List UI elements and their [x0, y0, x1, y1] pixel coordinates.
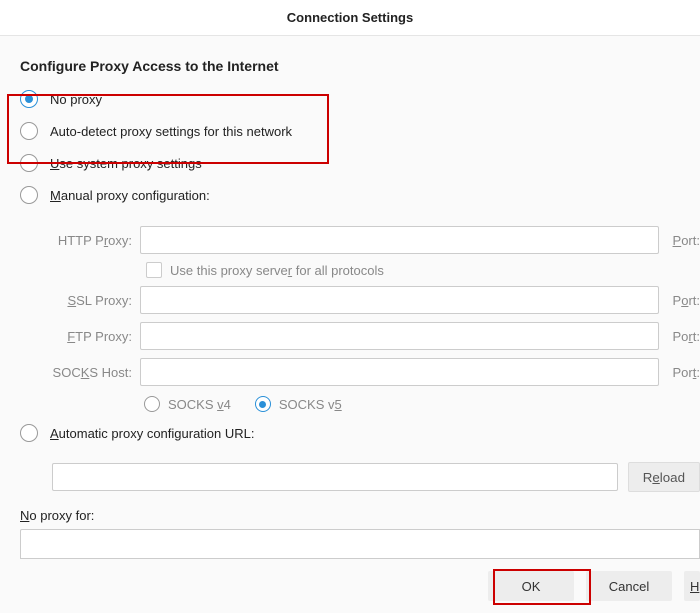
ftp-proxy-label: FTP Proxy:: [46, 329, 132, 344]
proxy-mode-options: No proxy Auto-detect proxy settings for …: [16, 88, 700, 492]
ssl-proxy-input[interactable]: [140, 286, 659, 314]
ok-button[interactable]: OK: [488, 571, 574, 601]
socks-version-row: SOCKS v4 SOCKS v5: [46, 396, 700, 412]
content-pane: Configure Proxy Access to the Internet N…: [0, 36, 700, 613]
http-proxy-input[interactable]: [140, 226, 659, 254]
auto-config-url-input[interactable]: [52, 463, 618, 491]
port-label: Port:: [673, 233, 700, 248]
radio-icon: [20, 90, 38, 108]
http-proxy-label: HTTP Proxy:: [46, 233, 132, 248]
reload-button[interactable]: Reload: [628, 462, 700, 492]
option-label: Auto-detect proxy settings for this netw…: [50, 124, 292, 139]
radio-icon: [20, 122, 38, 140]
socks-v4-option[interactable]: SOCKS v4: [144, 396, 231, 412]
option-label: No proxy: [50, 92, 102, 107]
socks-v4-label: SOCKS v4: [168, 397, 231, 412]
manual-proxy-fields: HTTP Proxy: Port: Use this proxy server …: [20, 226, 700, 412]
section-heading: Configure Proxy Access to the Internet: [16, 58, 700, 74]
port-label: Port:: [673, 329, 700, 344]
socks-v5-label: SOCKS v5: [279, 397, 342, 412]
ssl-proxy-row: SSL Proxy: Port:: [46, 286, 700, 314]
radio-icon: [255, 396, 271, 412]
no-proxy-for-label: No proxy for:: [20, 508, 700, 523]
option-label: Automatic proxy configuration URL:: [50, 426, 254, 441]
ssl-proxy-label: SSL Proxy:: [46, 293, 132, 308]
socks-host-input[interactable]: [140, 358, 659, 386]
use-all-protocols-label: Use this proxy server for all protocols: [170, 263, 384, 278]
option-label: Manual proxy configuration:: [50, 188, 210, 203]
no-proxy-for-section: No proxy for:: [16, 508, 700, 559]
option-auto-detect[interactable]: Auto-detect proxy settings for this netw…: [20, 120, 700, 142]
radio-icon: [20, 186, 38, 204]
dialog-title: Connection Settings: [0, 0, 700, 36]
port-label: Port:: [673, 293, 700, 308]
help-button[interactable]: Help: [684, 571, 700, 601]
radio-icon: [20, 154, 38, 172]
socks-host-label: SOCKS Host:: [46, 365, 132, 380]
use-all-protocols-row[interactable]: Use this proxy server for all protocols: [46, 262, 700, 278]
option-label: Use system proxy settings: [50, 156, 202, 171]
no-proxy-for-input[interactable]: [20, 529, 700, 559]
cancel-button[interactable]: Cancel: [586, 571, 672, 601]
port-label: Port:: [673, 365, 700, 380]
radio-icon: [20, 424, 38, 442]
option-system-proxy[interactable]: Use system proxy settings: [20, 152, 700, 174]
auto-config-url-row: Reload: [20, 462, 700, 492]
option-manual-proxy[interactable]: Manual proxy configuration:: [20, 184, 700, 206]
ftp-proxy-input[interactable]: [140, 322, 659, 350]
socks-host-row: SOCKS Host: Port:: [46, 358, 700, 386]
http-proxy-row: HTTP Proxy: Port:: [46, 226, 700, 254]
radio-icon: [144, 396, 160, 412]
ftp-proxy-row: FTP Proxy: Port:: [46, 322, 700, 350]
socks-v5-option[interactable]: SOCKS v5: [255, 396, 342, 412]
option-auto-config-url[interactable]: Automatic proxy configuration URL:: [20, 422, 700, 444]
checkbox-icon: [146, 262, 162, 278]
dialog-buttons: OK Cancel Help: [0, 571, 700, 601]
option-no-proxy[interactable]: No proxy: [20, 88, 700, 110]
